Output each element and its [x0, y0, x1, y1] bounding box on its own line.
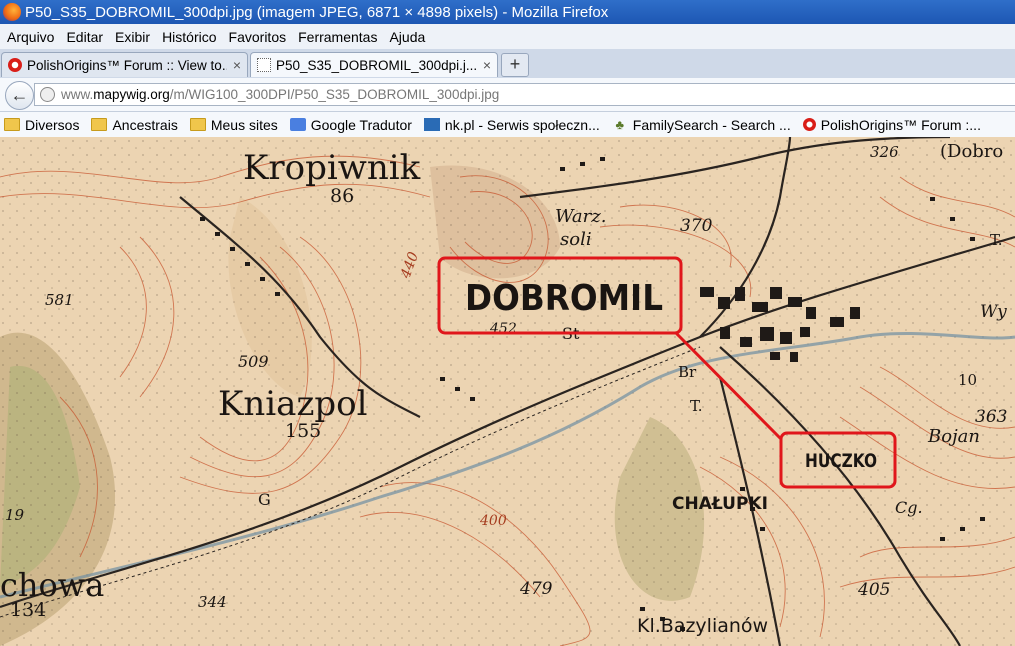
menu-editar[interactable]: Editar — [66, 29, 103, 45]
label-19: 19 — [5, 506, 25, 524]
label-344: 344 — [198, 593, 227, 611]
url-text[interactable]: www.mapywig.org/m/WIG100_300DPI/P50_S35_… — [61, 87, 499, 102]
url-path: /m/WIG100_300DPI/P50_S35_DOBROMIL_300dpi… — [169, 87, 500, 102]
menu-favoritos[interactable]: Favoritos — [229, 29, 287, 45]
label-soli: soli — [560, 229, 592, 250]
label-chalupki: CHAŁUPKI — [672, 494, 768, 514]
url-bar[interactable]: www.mapywig.org/m/WIG100_300DPI/P50_S35_… — [34, 83, 1015, 106]
label-400: 400 — [479, 513, 507, 529]
label-wy: Wy — [980, 302, 1007, 322]
window-title: P50_S35_DOBROMIL_300dpi.jpg (imagem JPEG… — [25, 3, 609, 21]
label-86: 86 — [330, 185, 354, 207]
menu-ajuda[interactable]: Ajuda — [389, 29, 425, 45]
folder-icon — [189, 118, 206, 131]
label-326: 326 — [870, 143, 899, 161]
dobromil-map: Kropiwnik 86 Kniazpol 155 chowa 134 Kl.B… — [0, 137, 1015, 646]
label-155: 155 — [285, 420, 321, 442]
label-479: 479 — [519, 579, 553, 599]
label-10: 10 — [958, 371, 977, 389]
polishorigins-icon — [8, 58, 22, 72]
bookmark-label: Google Tradutor — [310, 116, 412, 133]
bookmark-label: nk.pl - Serwis społeczn... — [444, 116, 600, 133]
polishorigins-icon — [802, 118, 816, 131]
label-452: 452 — [489, 321, 517, 337]
menu-historico[interactable]: Histórico — [162, 29, 216, 45]
folder-icon — [91, 118, 108, 131]
map-image[interactable]: Kropiwnik 86 Kniazpol 155 chowa 134 Kl.B… — [0, 137, 1015, 646]
bookmark-ancestrais[interactable]: Ancestrais — [91, 116, 178, 133]
label-kniazpol: Kniazpol — [218, 384, 367, 424]
bookmark-google-tradutor[interactable]: Google Tradutor — [289, 116, 412, 133]
bookmark-label: PolishOrigins™ Forum :... — [820, 116, 981, 133]
url-domain: mapywig.org — [93, 87, 170, 102]
label-g: G — [258, 490, 271, 509]
label-warz: Warz. — [555, 206, 606, 227]
navigation-bar: ← www.mapywig.org/m/WIG100_300DPI/P50_S3… — [0, 78, 1015, 112]
label-t1: T. — [690, 397, 703, 415]
familysearch-icon: ♣ — [615, 117, 625, 132]
label-huczko: HUCZKO — [805, 450, 877, 472]
menu-bar: Arquivo Editar Exibir Histórico Favorito… — [0, 24, 1015, 49]
firefox-logo-icon — [3, 3, 21, 21]
bookmark-familysearch[interactable]: ♣ FamilySearch - Search ... — [612, 117, 791, 133]
label-363: 363 — [975, 407, 1007, 427]
label-370: 370 — [680, 216, 713, 236]
label-581: 581 — [45, 291, 74, 309]
close-tab-icon[interactable]: × — [233, 57, 241, 73]
label-kropiwnik: Kropiwnik — [243, 148, 421, 188]
back-button[interactable]: ← — [5, 81, 34, 110]
tab-polishorigins-forum[interactable]: PolishOrigins™ Forum :: View to... × — [1, 52, 248, 77]
menu-exibir[interactable]: Exibir — [115, 29, 150, 45]
label-t2: T. — [990, 231, 1003, 249]
bookmark-label: Diversos — [25, 116, 80, 133]
tab-label: PolishOrigins™ Forum :: View to... — [27, 57, 227, 73]
menu-ferramentas[interactable]: Ferramentas — [298, 29, 377, 45]
google-translate-icon — [289, 118, 306, 131]
label-134: 134 — [10, 599, 46, 621]
menu-arquivo[interactable]: Arquivo — [7, 29, 54, 45]
tab-strip: PolishOrigins™ Forum :: View to... × P50… — [0, 49, 1015, 78]
bookmark-label: Meus sites — [210, 116, 278, 133]
globe-icon — [40, 87, 55, 102]
url-prefix: www. — [61, 87, 94, 102]
close-tab-icon[interactable]: × — [483, 57, 491, 73]
bookmark-label: FamilySearch - Search ... — [632, 116, 791, 133]
new-tab-button[interactable]: + — [501, 53, 529, 77]
label-cg: Cg. — [895, 498, 923, 517]
bookmark-nk-pl[interactable]: nk.pl - Serwis społeczn... — [423, 116, 600, 133]
tab-dobromil-image[interactable]: P50_S35_DOBROMIL_300dpi.j... × — [250, 52, 498, 77]
bookmark-meus-sites[interactable]: Meus sites — [189, 116, 278, 133]
label-509: 509 — [238, 352, 269, 371]
label-br: Br — [678, 363, 697, 381]
folder-icon — [4, 118, 20, 131]
page-icon — [257, 58, 271, 72]
bookmark-label: Ancestrais — [112, 116, 178, 133]
tab-label: P50_S35_DOBROMIL_300dpi.j... — [276, 57, 477, 73]
label-bojan: Bojan — [927, 426, 980, 447]
label-405: 405 — [857, 580, 890, 600]
label-dobro: (Dobro — [940, 141, 1003, 162]
nk-icon — [423, 118, 440, 131]
bookmark-diversos[interactable]: Diversos — [4, 117, 79, 133]
bookmarks-toolbar: Diversos Ancestrais Meus sites Google Tr… — [0, 112, 1015, 137]
label-dobromil: DOBROMIL — [465, 278, 663, 319]
bookmark-polishorigins[interactable]: PolishOrigins™ Forum :... — [802, 116, 981, 133]
label-kl-bazylianow: Kl.Bazylianów — [637, 615, 768, 637]
window-title-bar: P50_S35_DOBROMIL_300dpi.jpg (imagem JPEG… — [0, 0, 1015, 24]
